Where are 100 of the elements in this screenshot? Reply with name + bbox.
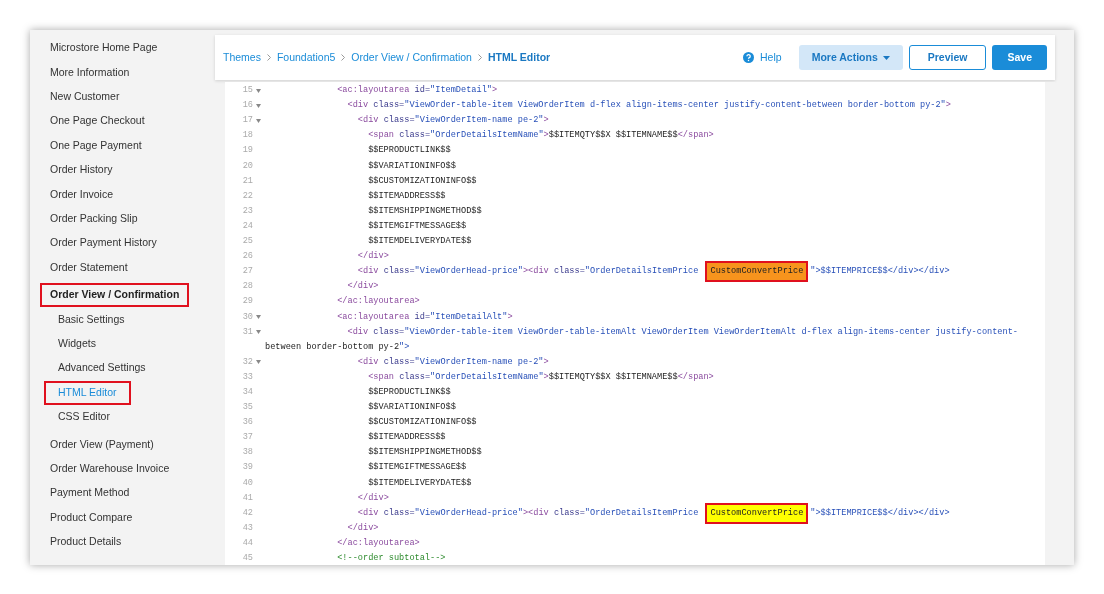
code-text: ">$$ITEMPRICE$$</div></div>: [810, 265, 950, 279]
sidebar-item[interactable]: Product Compare: [40, 505, 143, 530]
help-icon[interactable]: [743, 52, 755, 63]
breadcrumb-current: HTML Editor: [487, 49, 551, 65]
line-number: 37: [241, 431, 253, 445]
breadcrumb-link[interactable]: Themes: [223, 49, 261, 66]
line-number: 20: [241, 159, 253, 173]
code-line: $$ITEMSHIPPINGMETHOD$$: [367, 204, 482, 218]
sidebar-item[interactable]: Product Details: [40, 530, 132, 554]
fold-arrow-icon[interactable]: [256, 88, 261, 93]
code-line: $$ITEMSHIPPINGMETHOD$$: [367, 446, 482, 460]
line-number: 41: [241, 491, 253, 505]
line-number: 23: [241, 204, 253, 218]
sidebar-subitem[interactable]: Basic Settings: [44, 307, 139, 332]
code-line: between border-bottom py-2">: [265, 340, 410, 354]
line-number: 16: [241, 99, 253, 113]
line-number: 36: [241, 416, 253, 430]
code-line: </div>: [346, 521, 379, 535]
highlighted-text: CustomConvertPrice: [705, 261, 809, 283]
code-line: <span class="OrderDetailsItemName">$$ITEMQTY$$X $$ITEMNAME$$</span>: [367, 370, 714, 384]
preview-button[interactable]: Preview: [908, 45, 987, 70]
code-line: $$ITEMDELIVERYDATE$$: [367, 235, 472, 248]
chevron-icon: [341, 54, 346, 61]
line-number: 18: [241, 129, 253, 143]
code-line: $$ITEMADDRESS$$: [367, 431, 446, 445]
sidebar-item[interactable]: More Information: [40, 60, 140, 85]
line-number: 34: [241, 385, 253, 399]
sidebar-item[interactable]: Order Packing Slip: [40, 207, 148, 231]
sidebar-item[interactable]: Order History: [40, 158, 123, 182]
sidebar-item[interactable]: New Customer: [40, 85, 130, 109]
line-number: 27: [241, 265, 253, 279]
line-number: 31: [241, 325, 253, 339]
code-line: $$VARIATIONINFO$$: [367, 159, 456, 173]
code-editor[interactable]: [225, 82, 1045, 565]
line-number: 25: [241, 235, 253, 248]
code-text: <div class="ViewOrderHead-price"><div class="OrderDetailsItemPrice: [356, 506, 700, 520]
more-actions-button[interactable]: More Actions: [798, 45, 903, 70]
sidebar-item[interactable]: Order Statement: [40, 255, 138, 280]
help-link[interactable]: Help: [760, 49, 782, 66]
line-number: 28: [241, 280, 253, 294]
fold-arrow-icon[interactable]: [256, 103, 261, 108]
breadcrumb-link[interactable]: Order View / Confirmation: [351, 49, 472, 66]
code-line: <div class="ViewOrderItem-name pe-2">: [356, 355, 549, 369]
sidebar-item[interactable]: Order View / Confirmation: [40, 283, 190, 307]
line-number: 32: [241, 355, 253, 369]
fold-arrow-icon[interactable]: [256, 330, 261, 335]
code-line: <span class="OrderDetailsItemName">$$ITEMQTY$$X $$ITEMNAME$$</span>: [367, 129, 714, 143]
code-line: <div class="ViewOrder-table-item ViewOrder-table-itemAlt ViewOrderItem ViewOrderItemAlt d-flex align-items-center justify-content-: [346, 325, 1018, 339]
code-line: <div class="ViewOrder-table-item ViewOrderItem d-flex align-items-center justify-content-between border-bottom py-2">: [346, 99, 951, 113]
code-line: <ac:layoutarea id="ItemDetail">: [336, 84, 498, 97]
code-line: </ac:layoutarea>: [336, 295, 420, 309]
line-number: 17: [241, 114, 253, 128]
sidebar-item[interactable]: Order View (Payment): [40, 432, 164, 457]
line-number: 42: [241, 506, 253, 520]
code-line: <!--order subtotal-->: [336, 552, 446, 565]
line-number: 39: [241, 461, 253, 475]
code-line: $$VARIATIONINFO$$: [367, 401, 456, 414]
save-button[interactable]: Save: [992, 45, 1047, 70]
sidebar-item[interactable]: One Page Checkout: [40, 109, 155, 134]
code-line: $$ITEMGIFTMESSAGE$$: [367, 219, 467, 233]
line-number: 19: [241, 144, 253, 158]
line-number: 21: [241, 174, 253, 188]
sidebar-subitem[interactable]: Widgets: [44, 332, 110, 356]
code-line: $$CUSTOMIZATIONINFO$$: [367, 174, 477, 188]
fold-arrow-icon[interactable]: [256, 314, 261, 319]
sidebar-item[interactable]: One Page Payment: [40, 133, 152, 158]
code-text: <div class="ViewOrderHead-price"><div class="OrderDetailsItemPrice: [356, 265, 700, 279]
sidebar-item[interactable]: Order Payment History: [40, 231, 167, 256]
line-number: 33: [241, 370, 253, 384]
code-line: $$CUSTOMIZATIONINFO$$: [367, 416, 477, 430]
sidebar-item[interactable]: Order Warehouse Invoice: [40, 456, 180, 481]
code-line: </div>: [356, 491, 389, 505]
line-number: 40: [241, 476, 253, 490]
line-number: 38: [241, 446, 253, 460]
line-number: 29: [241, 295, 253, 309]
code-line: $$ITEMGIFTMESSAGE$$: [367, 461, 467, 475]
fold-arrow-icon[interactable]: [256, 360, 261, 365]
chevron-icon: [266, 54, 271, 61]
code-line: </ac:layoutarea>: [336, 536, 420, 550]
breadcrumb-link[interactable]: Foundation5: [276, 49, 336, 66]
code-line: $$ITEMDELIVERYDATE$$: [367, 476, 472, 490]
line-number: 30: [241, 310, 253, 324]
sidebar-item[interactable]: Order Invoice: [40, 182, 124, 207]
sidebar-subitem[interactable]: CSS Editor: [44, 405, 124, 429]
code-line: $$ITEMADDRESS$$: [367, 189, 446, 203]
line-number: 43: [241, 521, 253, 535]
sidebar-item[interactable]: Microstore Home Page: [40, 36, 168, 61]
sidebar-item[interactable]: Payment Method: [40, 481, 140, 506]
sidebar-subitem[interactable]: Advanced Settings: [44, 356, 160, 381]
line-number: 15: [241, 84, 253, 97]
code-line: $$EPRODUCTLINK$$: [367, 385, 451, 399]
line-number: 24: [241, 219, 253, 233]
fold-arrow-icon[interactable]: [256, 118, 261, 123]
line-number: 44: [241, 536, 253, 550]
code-line: <div class="ViewOrderItem-name pe-2">: [356, 114, 549, 128]
line-number: 26: [241, 250, 253, 263]
code-text: ">$$ITEMPRICE$$</div></div>: [810, 506, 950, 520]
line-number: 35: [241, 401, 253, 414]
code-line: </div>: [356, 250, 389, 263]
code-line: </div>: [346, 280, 379, 294]
